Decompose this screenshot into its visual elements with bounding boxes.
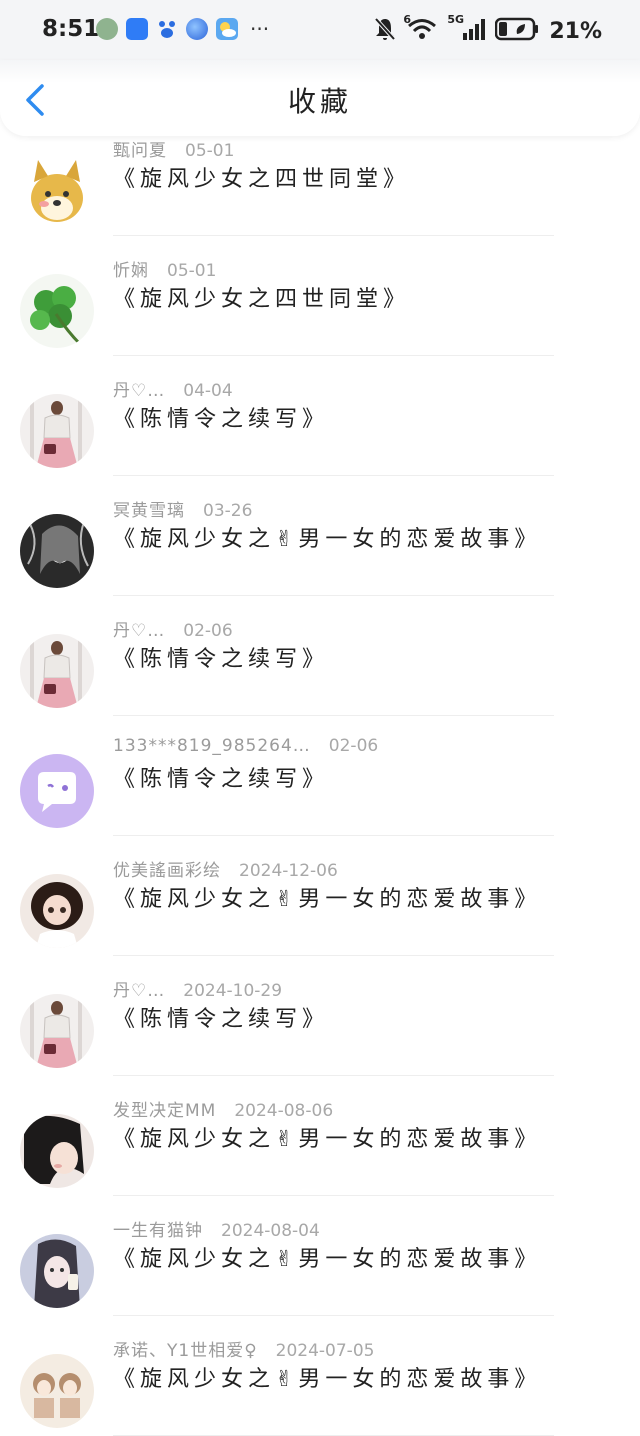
item-title[interactable]: 《旋风少女之✌男一女的恋爱故事》 bbox=[113, 1361, 541, 1393]
date: 2024-07-05 bbox=[275, 1341, 375, 1361]
username[interactable]: 133***819_985264… bbox=[113, 736, 311, 756]
username[interactable]: 甄问夏 bbox=[113, 141, 167, 161]
favorite-item[interactable]: 丹♡… 2024-10-29 《陈情令之续写》 bbox=[0, 956, 640, 1076]
status-indicators: 6 5G 21% bbox=[373, 13, 602, 46]
favorite-item[interactable]: 忻娴 05-01 《旋风少女之四世同堂》 bbox=[0, 236, 640, 356]
username[interactable]: 一生有猫钟 bbox=[113, 1221, 203, 1241]
username[interactable]: 优美謠画彩绘 bbox=[113, 861, 221, 881]
avatar[interactable] bbox=[20, 874, 94, 948]
item-meta: 丹♡… 02-06 bbox=[113, 616, 233, 641]
item-meta: 甄问夏 05-01 bbox=[113, 136, 234, 161]
date: 02-06 bbox=[328, 736, 379, 756]
date: 04-04 bbox=[183, 381, 233, 401]
avatar[interactable] bbox=[20, 1354, 94, 1428]
item-title[interactable]: 《旋风少女之四世同堂》 bbox=[113, 161, 410, 193]
username[interactable]: 冥黄雪璃 bbox=[113, 501, 185, 521]
baidu-icon bbox=[156, 18, 178, 40]
avatar[interactable] bbox=[20, 634, 94, 708]
item-title[interactable]: 《陈情令之续写》 bbox=[113, 761, 329, 793]
item-meta: 一生有猫钟 2024-08-04 bbox=[113, 1216, 320, 1241]
status-bar: 8:51 ··· 6 5G 21% bbox=[0, 0, 640, 60]
avatar[interactable] bbox=[20, 1234, 94, 1308]
item-title[interactable]: 《旋风少女之✌男一女的恋爱故事》 bbox=[113, 521, 541, 553]
date: 03-26 bbox=[203, 501, 253, 521]
date: 05-01 bbox=[167, 261, 217, 281]
avatar[interactable] bbox=[20, 754, 94, 828]
weather-icon bbox=[216, 18, 238, 40]
avatar[interactable] bbox=[20, 394, 94, 468]
page-title: 收藏 bbox=[287, 85, 352, 118]
app-notification-icon bbox=[96, 18, 118, 40]
username[interactable]: 承诺、Y1世相爱♀ bbox=[113, 1341, 258, 1361]
item-meta: 发型决定MM 2024-08-06 bbox=[113, 1096, 333, 1121]
username[interactable]: 丹♡… bbox=[113, 381, 165, 401]
username[interactable]: 忻娴 bbox=[113, 261, 149, 281]
avatar[interactable] bbox=[20, 514, 94, 588]
battery-icon bbox=[495, 17, 539, 45]
item-title[interactable]: 《陈情令之续写》 bbox=[113, 401, 329, 433]
favorite-item[interactable]: 冥黄雪璃 03-26 《旋风少女之✌男一女的恋爱故事》 bbox=[0, 476, 640, 596]
date: 2024-12-06 bbox=[239, 861, 338, 881]
avatar[interactable] bbox=[20, 1114, 94, 1188]
item-meta: 忻娴 05-01 bbox=[113, 256, 216, 281]
date: 2024-08-06 bbox=[234, 1101, 334, 1121]
avatar[interactable] bbox=[20, 274, 94, 348]
item-meta: 丹♡… 04-04 bbox=[113, 376, 233, 401]
browser-icon bbox=[186, 18, 208, 40]
item-title[interactable]: 《旋风少女之✌男一女的恋爱故事》 bbox=[113, 881, 541, 913]
username[interactable]: 丹♡… bbox=[113, 621, 165, 641]
wifi-icon: 6 bbox=[403, 13, 437, 45]
avatar[interactable] bbox=[20, 154, 94, 228]
item-title[interactable]: 《旋风少女之四世同堂》 bbox=[113, 281, 410, 313]
favorites-list: 甄问夏 05-01 《旋风少女之四世同堂》 忻娴 05-01 《旋风少女之四世同堂》 丹♡…… bbox=[0, 116, 640, 1436]
battery-percentage: 21% bbox=[549, 18, 602, 44]
username[interactable]: 丹♡… bbox=[113, 981, 165, 1001]
status-time: 8:51 bbox=[42, 16, 100, 42]
favorite-item[interactable]: 发型决定MM 2024-08-06 《旋风少女之✌男一女的恋爱故事》 bbox=[0, 1076, 640, 1196]
item-meta: 冥黄雪璃 03-26 bbox=[113, 496, 252, 521]
mute-icon bbox=[373, 16, 397, 46]
favorite-item[interactable]: 丹♡… 02-06 《陈情令之续写》 bbox=[0, 596, 640, 716]
item-meta: 承诺、Y1世相爱♀ 2024-07-05 bbox=[113, 1336, 374, 1361]
date: 05-01 bbox=[185, 141, 235, 161]
favorite-item[interactable]: 优美謠画彩绘 2024-12-06 《旋风少女之✌男一女的恋爱故事》 bbox=[0, 836, 640, 956]
item-title[interactable]: 《陈情令之续写》 bbox=[113, 641, 329, 673]
store-app-icon bbox=[126, 18, 148, 40]
date: 2024-10-29 bbox=[183, 981, 283, 1001]
favorite-item[interactable]: 丹♡… 04-04 《陈情令之续写》 bbox=[0, 356, 640, 476]
item-title[interactable]: 《陈情令之续写》 bbox=[113, 1001, 329, 1033]
favorite-item[interactable]: 承诺、Y1世相爱♀ 2024-07-05 《旋风少女之✌男一女的恋爱故事》 bbox=[0, 1316, 640, 1436]
notification-icons: ··· bbox=[96, 18, 269, 40]
favorite-item[interactable]: 133***819_985264… 02-06 《陈情令之续写》 bbox=[0, 716, 640, 836]
item-meta: 133***819_985264… 02-06 bbox=[113, 736, 378, 756]
header: 收藏 bbox=[0, 60, 640, 136]
item-meta: 优美謠画彩绘 2024-12-06 bbox=[113, 856, 338, 881]
favorite-item[interactable]: 一生有猫钟 2024-08-04 《旋风少女之✌男一女的恋爱故事》 bbox=[0, 1196, 640, 1316]
item-title[interactable]: 《旋风少女之✌男一女的恋爱故事》 bbox=[113, 1241, 541, 1273]
more-notifications-icon: ··· bbox=[250, 17, 270, 41]
avatar[interactable] bbox=[20, 994, 94, 1068]
item-meta: 丹♡… 2024-10-29 bbox=[113, 976, 282, 1001]
username[interactable]: 发型决定MM bbox=[113, 1101, 216, 1121]
date: 02-06 bbox=[183, 621, 233, 641]
cellular-signal-icon: 5G bbox=[447, 13, 486, 45]
item-title[interactable]: 《旋风少女之✌男一女的恋爱故事》 bbox=[113, 1121, 541, 1153]
date: 2024-08-04 bbox=[221, 1221, 320, 1241]
